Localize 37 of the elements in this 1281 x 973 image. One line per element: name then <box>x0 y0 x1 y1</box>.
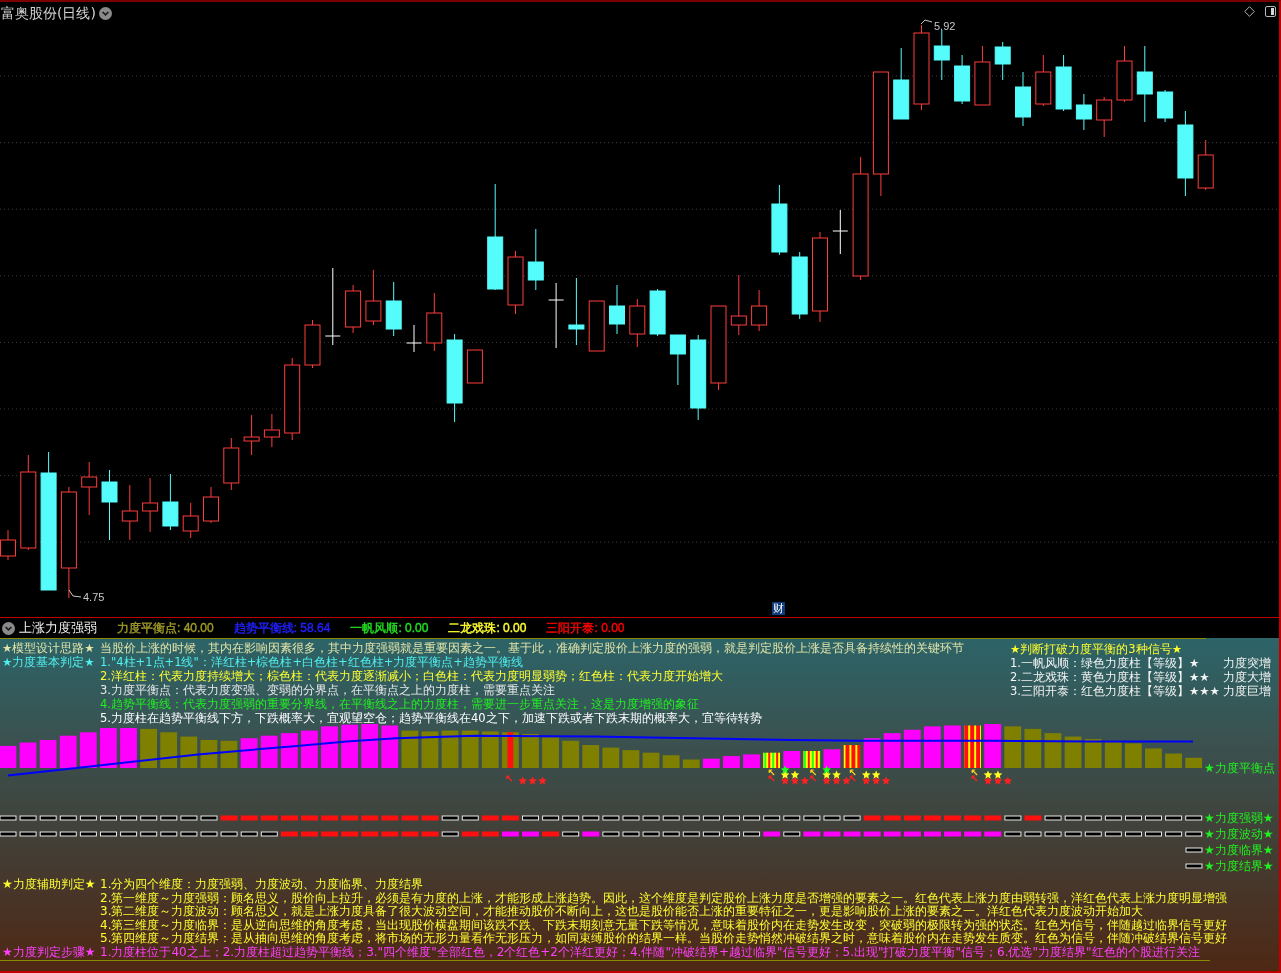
row-label: ★力度结界★ <box>1204 859 1274 873</box>
note-text: 5.第四维度～力度结界：是从抽向思维的角度考虑，将市场的无形力量看作无形压力，如同束缚股价的结界一样。当股价走势悄然冲破结界之时，意味着股价内在走势发生质变。红色为信号，伴随冲破结界信号更好 <box>100 932 1228 946</box>
legend-title: ★判断打破力度平衡的3种信号★ <box>1010 642 1183 656</box>
legend-result: 力度巨增 <box>1222 684 1271 698</box>
chevron-down-icon[interactable] <box>2 621 15 635</box>
note-text: 1."4柱+1点+1线"：洋红柱+棕色柱+白色柱+红色柱+力度平衡点+趋势平衡线 <box>100 655 524 669</box>
dash-strip <box>1184 847 1203 853</box>
note-text: 2.洋红柱：代表力度持续增大；棕色柱：代表力度逐渐减小；白色柱：代表力度明显弱势；红色柱：代表力度开始增大 <box>100 669 724 683</box>
note-text: 3.力度平衡点：代表力度变强、变弱的分界点，在平衡点之上的力度柱，需要重点关注 <box>100 683 556 697</box>
note-text: 3.第二维度～力度波动：顾名思义，就是上涨力度具备了很大波动空间，才能推动股价不断向上，这也是股价能否上涨的重要特征之一，更是影响股价上涨的要素之一。洋红色代表力度波动开始加大 <box>100 905 1144 919</box>
note-text: 5.力度柱在趋势平衡线下方，下跌概率大，宜观望空仓；趋势平衡线在40之下，加速下跌或者下跌末期的概率大，宜等待转势 <box>100 711 763 725</box>
indicator-title: 上涨力度强弱 <box>19 620 97 636</box>
note-heading: ★模型设计思路★ <box>2 641 96 655</box>
dash-strip <box>1184 863 1203 869</box>
note-text: 4.趋势平衡线：代表力度强弱的重要分界线，在平衡线之上的力度柱，需要进一步重点关注，这是力度增强的象征 <box>100 697 700 711</box>
legend-item: 1.一帆风顺：绿色力度柱【等级】★ <box>1010 656 1201 670</box>
row-label: ★力度强弱★ <box>1204 811 1274 825</box>
indicator-reading: 三阳开泰: 0.00 <box>546 620 625 636</box>
legend-item: 2.二龙戏珠：黄色力度柱【等级】★★ <box>1010 670 1211 684</box>
note-text: 2.第一维度～力度强弱：顾名思义，股价向上拉升，必须是有力度的上涨，才能形成上涨趋势。因此，这个维度是判定股价上涨力度是否增强的要素之一。红色代表上涨力度由弱转强，洋红色代表上涨力度明显增强 <box>100 891 1228 905</box>
note-text: 1.分为四个维度：力度强弱、力度波动、力度临界、力度结界 <box>100 878 425 892</box>
legend-result: 力度突增 <box>1222 656 1271 670</box>
note-text: 1.力度柱位于40之上；2.力度柱超过趋势平衡线；3."四个维度"全部红色，2个红色+2个洋红更好；4.伴随"冲破结界+越过临界"信号更好；5.出现"打破力度平衡"信号；6.优选"力度结界"红色的个股进行关注 <box>100 945 1201 959</box>
indicator-reading: 一帆风顺: 0.00 <box>350 620 429 636</box>
row-label: ★力度临界★ <box>1204 843 1274 857</box>
note-heading: ★力度辅助判定★ <box>2 878 97 892</box>
level-label: ★力度平衡点 <box>1204 760 1275 777</box>
legend-item: 3.三阳开泰：红色力度柱【等级】★★★ <box>1010 684 1220 698</box>
legend-result: 力度大增 <box>1222 670 1271 684</box>
note-text: 当股价上涨的时候，其内在影响因素很多，其中力度强弱就是重要因素之一。基于此，准确判定股价上涨力度的强弱，就是判定股价上涨是否具备持续性的关键环节 <box>100 641 964 655</box>
row-label: ★力度波动★ <box>1204 827 1274 841</box>
indicator-reading: 二龙戏珠: 0.00 <box>448 620 527 636</box>
note-text: 4.第三维度～力度临界：是从逆向思维的角度考虑，当出现股价横盘期间该跌不跌、下跌末期刻意无量下跌等情况，意味着股价内在走势发生改变，突破弱的极限转为强的状态。红色为信号，伴随越过临界信号更好 <box>100 918 1228 932</box>
indicator-reading: 趋势平衡线: 58.64 <box>233 620 331 636</box>
indicator-reading: 力度平衡点: 40.00 <box>117 620 214 636</box>
note-heading: ★力度判定步骤★ <box>2 945 97 959</box>
note-heading: ★力度基本判定★ <box>2 655 96 669</box>
